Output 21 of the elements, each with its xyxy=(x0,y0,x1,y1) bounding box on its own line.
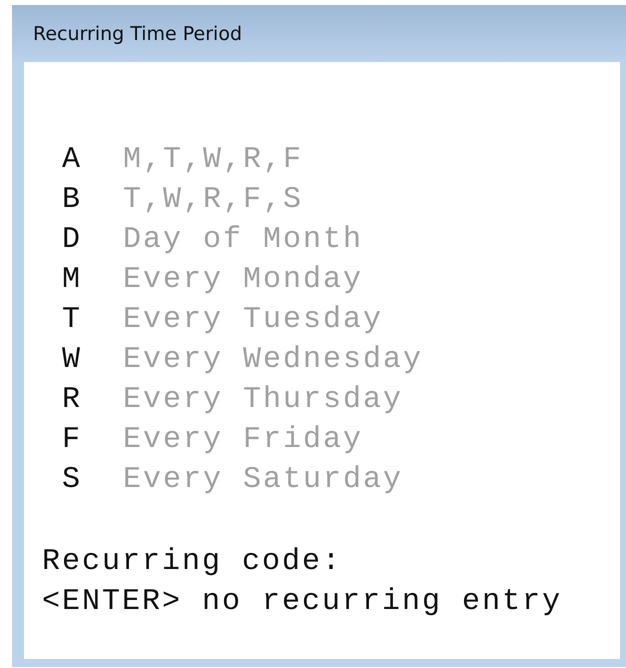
code-description: Day of Month xyxy=(123,223,364,257)
code-description: Every Saturday xyxy=(123,463,404,497)
code-description: Every Wednesday xyxy=(123,343,424,377)
code-description: T,W,R,F,S xyxy=(123,183,304,217)
prompt-hint: <ENTER> no recurring entry xyxy=(42,584,564,621)
code-letter: T xyxy=(61,303,84,337)
code-description: Every Thursday xyxy=(123,383,404,417)
code-letter: S xyxy=(61,463,84,497)
code-letter: M xyxy=(61,263,84,297)
code-description: M,T,W,R,F xyxy=(123,143,304,177)
code-letter: W xyxy=(61,343,84,377)
code-letter: B xyxy=(61,183,84,217)
window-title: Recurring Time Period xyxy=(33,22,242,44)
code-letter: F xyxy=(61,423,84,457)
code-letter: A xyxy=(61,143,84,177)
code-letter: D xyxy=(61,223,84,257)
code-description: Every Monday xyxy=(123,263,364,297)
code-description: Every Friday xyxy=(123,423,364,457)
prompt-label: Recurring code: xyxy=(42,544,344,581)
code-letter: R xyxy=(61,383,84,417)
code-description: Every Tuesday xyxy=(123,303,384,337)
